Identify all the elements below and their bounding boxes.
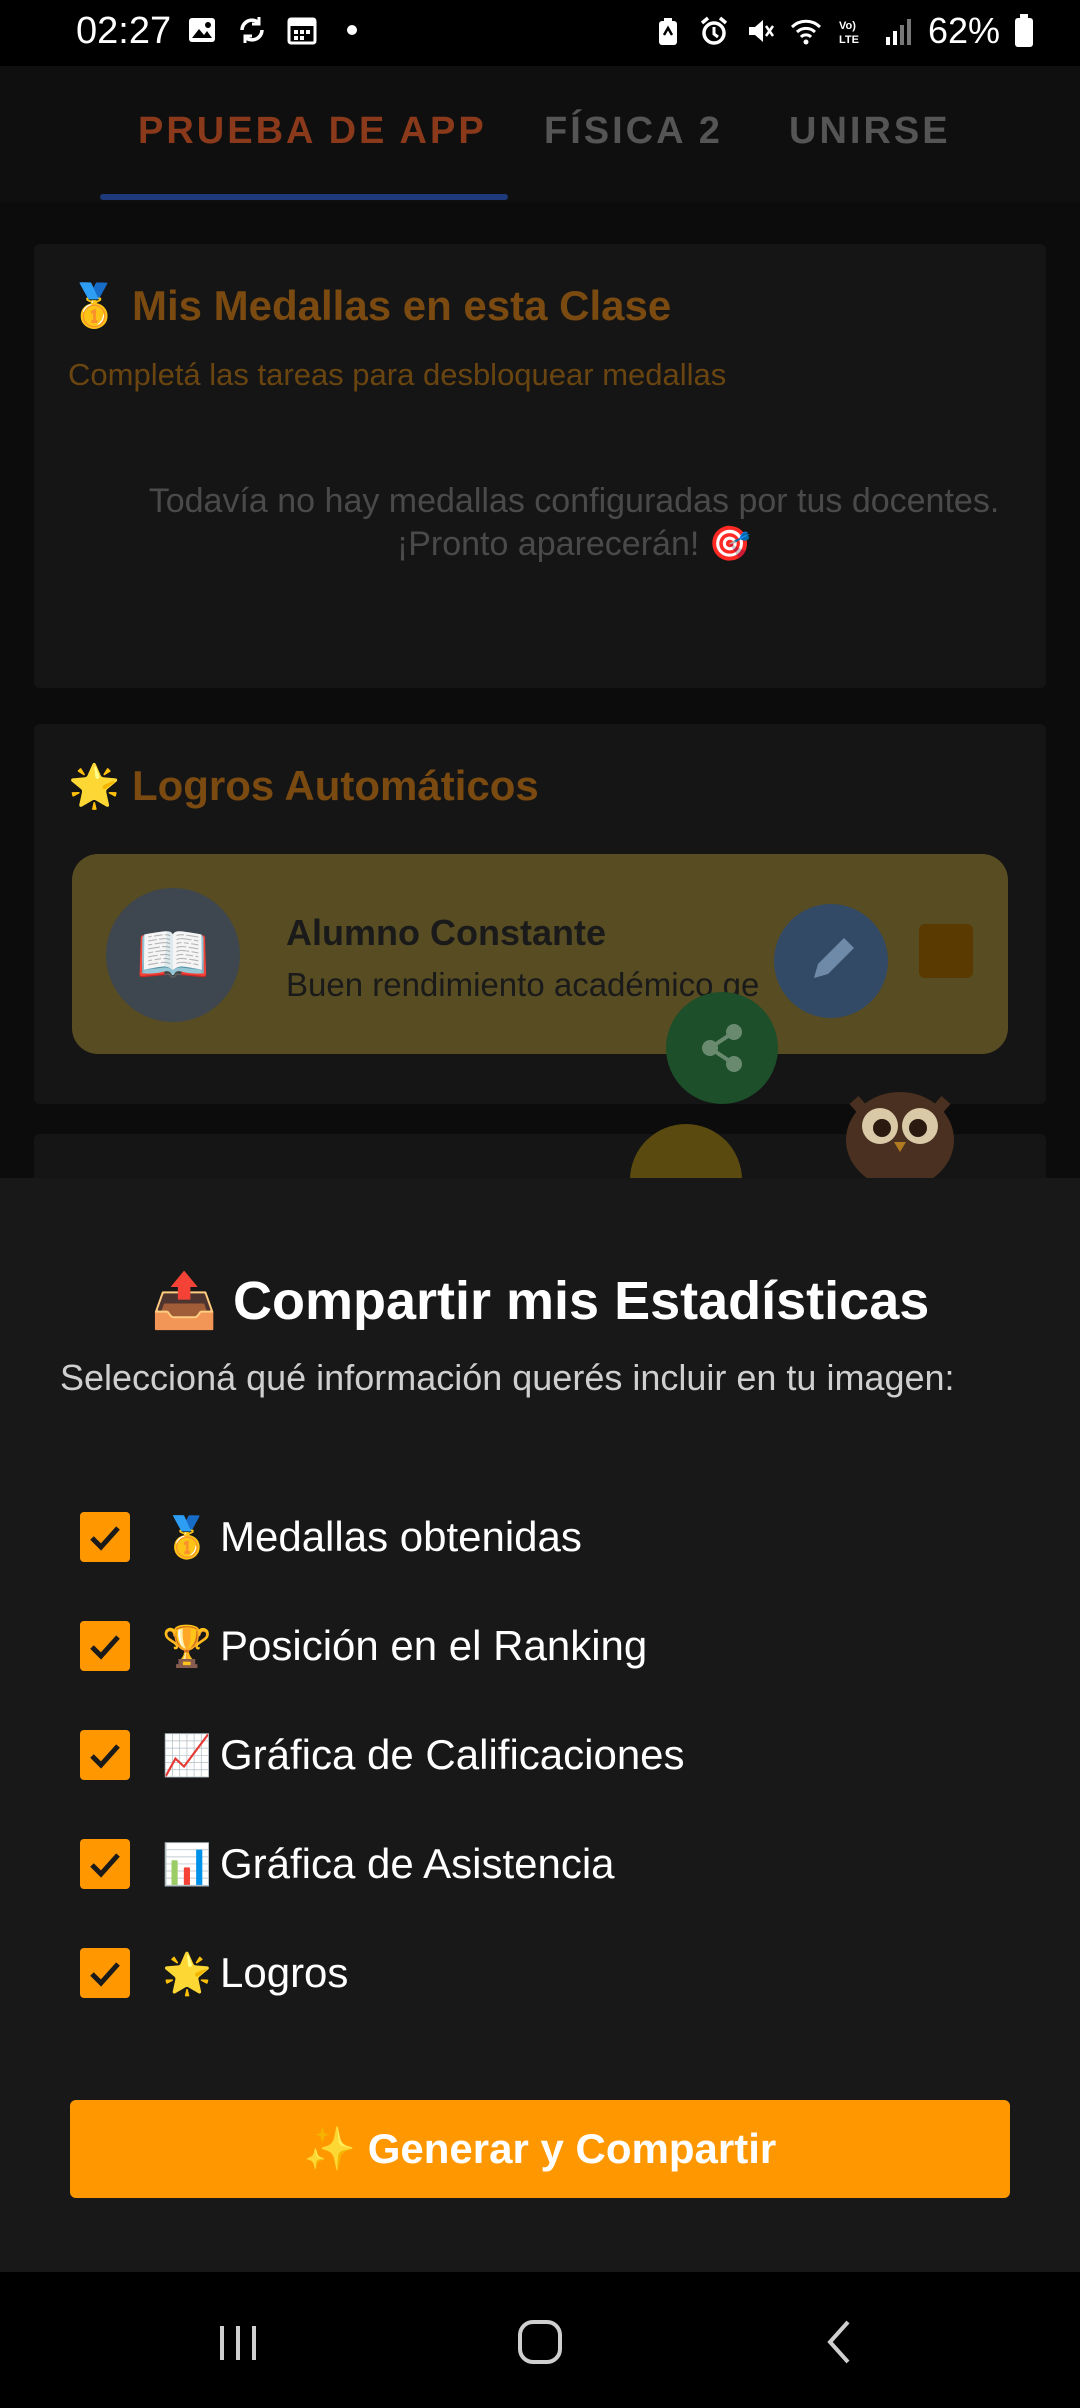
battery-percent: 62%	[927, 10, 1000, 51]
achievements-title: 🌟 Logros Automáticos	[68, 762, 539, 811]
medals-checkbox[interactable]	[80, 1512, 130, 1562]
app-background: PRUEBA DE APP FÍSICA 2 UNIRSE 🥇 Mis Meda…	[0, 66, 1080, 1236]
medals-empty-line1: Todavía no hay medallas configuradas por…	[148, 482, 1000, 520]
sheet-title-text: Compartir mis Estadísticas	[233, 1271, 930, 1331]
status-time: 02:27	[76, 10, 172, 52]
option-medals[interactable]: 🥇 Medallas obtenidas	[80, 1502, 582, 1572]
owl-icon	[846, 1092, 954, 1188]
checkmark-icon	[90, 1526, 120, 1551]
volte-icon: Vo) LTE	[839, 20, 859, 46]
sparkles-icon: ✨	[303, 2124, 357, 2172]
alarm-icon	[700, 16, 728, 45]
generate-share-label: Generar y Compartir	[367, 2125, 777, 2172]
glowing-star-icon: 🌟	[162, 1951, 212, 1996]
star-icon: 🌟	[68, 762, 121, 809]
option-label: Posición en el Ranking	[220, 1622, 648, 1669]
svg-text:LTE: LTE	[839, 34, 859, 46]
recent-apps-icon[interactable]	[210, 2314, 266, 2370]
trophy-icon: 🏆	[162, 1624, 212, 1669]
option-label: Gráfica de Calificaciones	[220, 1731, 685, 1778]
svg-text:Vo): Vo)	[839, 20, 856, 32]
share-icon	[702, 1024, 742, 1072]
option-attendance-chart[interactable]: 📊 Gráfica de Asistencia	[80, 1829, 615, 1899]
achievements-title-text: Logros Automáticos	[131, 762, 539, 809]
generate-share-button[interactable]: ✨ Generar y Compartir	[70, 2100, 1010, 2198]
system-nav-bar	[0, 2272, 1080, 2408]
medals-empty-line2: ¡Pronto aparecerán! 🎯	[396, 525, 752, 563]
checkmark-icon	[90, 1744, 120, 1769]
medal-icon: 🥇	[68, 282, 121, 329]
medals-title: 🥇 Mis Medallas en esta Clase	[68, 282, 671, 331]
achievements-checkbox[interactable]	[80, 1948, 130, 1998]
medals-subtitle: Completá las tareas para desbloquear med…	[68, 357, 727, 392]
sheet-description: Seleccioná qué información querés inclui…	[60, 1357, 955, 1398]
tab-unirse[interactable]: UNIRSE	[789, 110, 951, 153]
checkmark-icon	[90, 1635, 120, 1660]
ranking-checkbox[interactable]	[80, 1621, 130, 1671]
sheet-title: 📤 Compartir mis Estadísticas	[0, 1270, 1080, 1333]
attendance-chart-checkbox[interactable]	[80, 1839, 130, 1889]
sync-icon	[240, 17, 264, 43]
share-fab[interactable]	[666, 992, 778, 1104]
bar-chart-icon: 📊	[162, 1842, 212, 1887]
medals-empty-message: Todavía no hay medallas configuradas por…	[114, 480, 1034, 566]
outbox-icon: 📤	[150, 1271, 218, 1331]
calendar-icon	[287, 17, 317, 45]
battery-saver-icon	[658, 18, 677, 45]
option-label: Logros	[220, 1949, 349, 1996]
tab-prueba-de-app[interactable]: PRUEBA DE APP	[138, 110, 487, 153]
grades-chart-checkbox[interactable]	[80, 1730, 130, 1780]
pencil-icon	[814, 938, 854, 978]
mute-icon	[748, 20, 774, 42]
book-icon: 📖	[106, 888, 240, 1022]
checkmark-icon	[90, 1853, 120, 1878]
option-label: Medallas obtenidas	[220, 1513, 582, 1560]
achievements-card: 🌟 Logros Automáticos 📖 Alumno Constante …	[34, 724, 1046, 1104]
battery-icon	[1015, 14, 1033, 47]
achievement-badge-icon	[919, 924, 973, 978]
medals-title-text: Mis Medallas en esta Clase	[131, 282, 672, 329]
back-icon[interactable]	[812, 2314, 868, 2370]
chart-increasing-icon: 📈	[162, 1733, 212, 1778]
option-achievements[interactable]: 🌟 Logros	[80, 1938, 348, 2008]
option-ranking[interactable]: 🏆 Posición en el Ranking	[80, 1611, 647, 1681]
home-icon[interactable]	[510, 2312, 570, 2372]
image-icon	[189, 18, 215, 42]
medal-icon: 🥇	[162, 1515, 212, 1560]
checkmark-icon	[90, 1962, 120, 1987]
tab-indicator	[100, 194, 508, 200]
signal-icon	[885, 19, 911, 45]
share-stats-sheet: 📤 Compartir mis Estadísticas Seleccioná …	[0, 1178, 1080, 2272]
owl-mascot	[834, 1070, 966, 1188]
status-bar: 02:27 Vo) LTE 62%	[0, 0, 1080, 66]
medals-card: 🥇 Mis Medallas en esta Clase Completá la…	[34, 244, 1046, 688]
tab-fisica-2[interactable]: FÍSICA 2	[544, 110, 723, 153]
edit-fab[interactable]	[774, 904, 888, 1018]
wifi-icon	[790, 19, 821, 45]
option-grades-chart[interactable]: 📈 Gráfica de Calificaciones	[80, 1720, 685, 1790]
option-label: Gráfica de Asistencia	[220, 1840, 615, 1887]
class-tabs: PRUEBA DE APP FÍSICA 2 UNIRSE	[0, 66, 1080, 202]
achievement-title: Alumno Constante	[286, 912, 606, 953]
dot-icon	[347, 25, 357, 35]
